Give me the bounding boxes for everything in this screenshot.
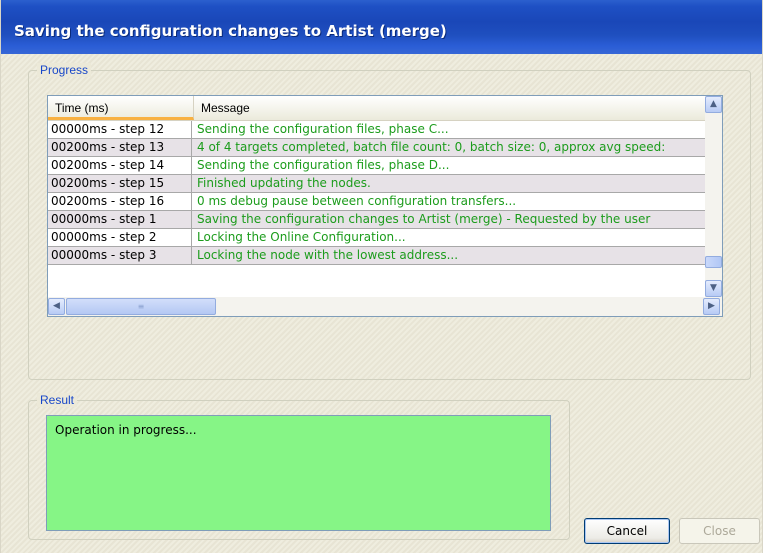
table-row[interactable]: 00200ms - step 14 Sending the configurat… xyxy=(48,157,720,175)
column-header-message[interactable]: Message xyxy=(194,96,722,120)
row-message: 4 of 4 targets completed, batch file cou… xyxy=(197,140,666,154)
dialog-window: Saving the configuration changes to Arti… xyxy=(0,0,763,553)
result-status-box: Operation in progress... xyxy=(46,415,551,531)
table-row[interactable]: 00200ms - step 15 Finished updating the … xyxy=(48,175,720,193)
vertical-scrollbar[interactable]: ▲ ▼ xyxy=(705,96,722,297)
list-header: Time (ms) Message xyxy=(48,96,720,121)
cancel-button[interactable]: Cancel xyxy=(584,518,670,544)
row-message: Sending the configuration files, phase D… xyxy=(197,158,450,172)
chevron-down-icon[interactable]: ▼ xyxy=(705,280,722,297)
progress-list[interactable]: Time (ms) Message 00000ms - step 12 Send… xyxy=(47,95,723,317)
row-time: 00200ms - step 14 xyxy=(51,157,192,174)
row-message: Saving the configuration changes to Arti… xyxy=(197,212,651,226)
row-message: Locking the node with the lowest address… xyxy=(197,248,459,262)
progress-group-label: Progress xyxy=(37,63,92,77)
chevron-up-icon[interactable]: ▲ xyxy=(705,96,722,113)
table-row[interactable]: 00000ms - step 12 Sending the configurat… xyxy=(48,121,720,139)
row-message: Sending the configuration files, phase C… xyxy=(197,122,449,136)
result-group-label: Result xyxy=(37,393,78,407)
row-time: 00200ms - step 16 xyxy=(51,193,192,210)
window-title: Saving the configuration changes to Arti… xyxy=(14,22,447,40)
row-time: 00200ms - step 15 xyxy=(51,175,192,192)
table-row[interactable]: 00200ms - step 16 0 ms debug pause betwe… xyxy=(48,193,720,211)
table-row[interactable]: 00000ms - step 1 Saving the configuratio… xyxy=(48,211,720,229)
row-time: 00000ms - step 1 xyxy=(51,211,192,228)
result-status-text: Operation in progress... xyxy=(55,423,197,437)
chevron-left-icon[interactable]: ◀ xyxy=(48,298,65,315)
table-row[interactable]: 00000ms - step 3 Locking the node with t… xyxy=(48,247,720,265)
horizontal-scroll-thumb[interactable]: ≡ xyxy=(66,298,216,315)
table-row[interactable]: 00200ms - step 13 4 of 4 targets complet… xyxy=(48,139,720,157)
row-message: 0 ms debug pause between configuration t… xyxy=(197,194,517,208)
table-row[interactable]: 00000ms - step 2 Locking the Online Conf… xyxy=(48,229,720,247)
horizontal-scrollbar[interactable]: ◀ ≡ ▶ xyxy=(48,297,722,316)
row-time: 00000ms - step 3 xyxy=(51,247,192,264)
column-header-time[interactable]: Time (ms) xyxy=(48,96,194,120)
vertical-scroll-thumb[interactable] xyxy=(705,256,722,268)
close-button[interactable]: Close xyxy=(679,518,760,544)
row-time: 00200ms - step 13 xyxy=(51,139,192,156)
row-message: Locking the Online Configuration... xyxy=(197,230,406,244)
row-message: Finished updating the nodes. xyxy=(197,176,371,190)
title-bar[interactable]: Saving the configuration changes to Arti… xyxy=(1,0,762,54)
list-rows: 00000ms - step 12 Sending the configurat… xyxy=(48,121,720,265)
chevron-right-icon[interactable]: ▶ xyxy=(703,298,720,315)
row-time: 00000ms - step 12 xyxy=(51,121,192,138)
row-time: 00000ms - step 2 xyxy=(51,229,192,246)
